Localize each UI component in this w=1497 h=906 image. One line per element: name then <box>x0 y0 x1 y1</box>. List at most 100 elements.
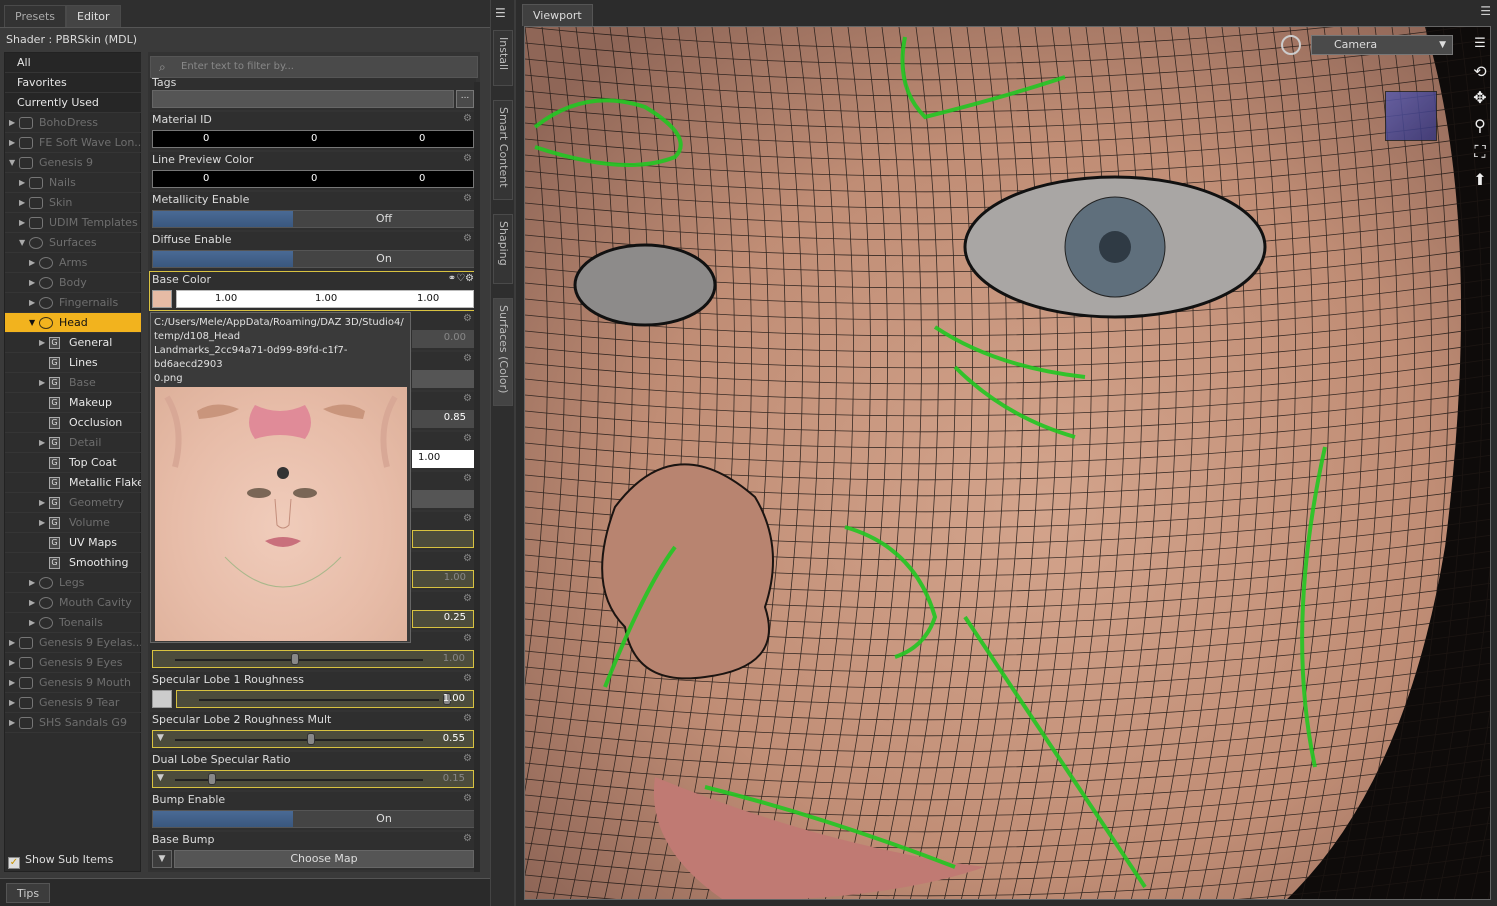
camera-dropdown[interactable]: Camera ▼ <box>1311 35 1453 55</box>
filter-input[interactable]: ⌕ Enter text to filter by... <box>150 56 478 78</box>
menu-icon[interactable]: ☰ <box>1480 4 1491 18</box>
dropdown-arrow-icon[interactable]: ▼ <box>157 733 164 743</box>
gear-icon[interactable]: ⚙ <box>463 353 472 364</box>
expand-arrow-icon[interactable]: ▼ <box>9 153 17 172</box>
tree-item[interactable]: G Makeup <box>5 393 141 413</box>
expand-arrow-icon[interactable]: ▶ <box>9 133 17 152</box>
tags-field[interactable] <box>152 90 454 108</box>
gear-icon[interactable]: ⚙ <box>463 113 472 124</box>
3d-scene[interactable]: Camera ▼ ☰ ⟲ ✥ ⚲ ⛶ ⬆ <box>524 26 1491 900</box>
render-view-icon[interactable] <box>1281 35 1301 55</box>
tab-presets[interactable]: Presets <box>4 5 67 27</box>
side-tab-surfaces[interactable]: Surfaces (Color) <box>493 298 513 406</box>
side-tab-smart-content[interactable]: Smart Content <box>493 100 513 200</box>
spec1-slider[interactable]: 1.00 <box>176 690 474 708</box>
gear-icon[interactable]: ⚙ <box>463 313 472 324</box>
gear-icon[interactable]: ⚙ <box>463 393 472 404</box>
tree-filter-currently-used[interactable]: Currently Used <box>5 93 141 113</box>
gear-icon[interactable]: ⚙ <box>463 553 472 564</box>
tree-item[interactable]: ▶ G Volume <box>5 513 141 533</box>
tips-tab[interactable]: Tips <box>6 883 51 903</box>
gear-icon[interactable]: ⚙ <box>463 473 472 484</box>
tab-editor[interactable]: Editor <box>66 5 121 27</box>
tags-browse-button[interactable]: ... <box>456 90 474 108</box>
tree-item[interactable]: ▶ Fingernails <box>5 293 141 313</box>
scrollbar[interactable] <box>474 82 480 872</box>
expand-arrow-icon[interactable]: ▶ <box>9 113 17 132</box>
gear-icon[interactable]: ⚙ <box>463 833 472 844</box>
tree-item[interactable]: ▶ Mouth Cavity <box>5 593 141 613</box>
gear-icon[interactable]: ⚙ <box>463 433 472 444</box>
tree-item[interactable]: ▶ UDIM Templates <box>5 213 141 233</box>
zoom-icon[interactable]: ⚲ <box>1469 115 1490 137</box>
tree-item[interactable]: ▶ Genesis 9 Mouth <box>5 673 141 693</box>
tree-item[interactable]: ▶ Toenails <box>5 613 141 633</box>
texture-thumbnail-icon[interactable] <box>152 290 172 308</box>
tree-item[interactable]: ▼ Genesis 9 <box>5 153 141 173</box>
material-id-field[interactable]: 0 0 0 <box>152 130 474 148</box>
tree-filter-favorites[interactable]: Favorites <box>5 73 141 93</box>
tree-item[interactable]: G Lines <box>5 353 141 373</box>
tree-filter-all[interactable]: All <box>5 53 141 73</box>
frame-icon[interactable]: ⛶ <box>1469 141 1490 163</box>
tree-item[interactable]: ▶ Skin <box>5 193 141 213</box>
line-preview-field[interactable]: 0 0 0 <box>152 170 474 188</box>
diffuse-toggle[interactable]: On <box>152 250 475 268</box>
tree-item[interactable]: ▶ BohoDress <box>5 113 141 133</box>
side-tab-shaping[interactable]: Shaping <box>493 214 513 284</box>
expand-arrow-icon[interactable]: ▶ <box>29 253 37 272</box>
expand-arrow-icon[interactable]: ▶ <box>29 573 37 592</box>
tree-item[interactable]: ▶ Nails <box>5 173 141 193</box>
tree-item[interactable]: ▶ Arms <box>5 253 141 273</box>
tree-item[interactable]: G UV Maps <box>5 533 141 553</box>
dual-slider[interactable]: ▼ 0.15 <box>152 770 474 788</box>
expand-arrow-icon[interactable]: ▶ <box>9 653 17 672</box>
choose-map-button[interactable]: Choose Map <box>174 850 474 868</box>
menu-icon[interactable]: ☰ <box>495 6 506 20</box>
expand-arrow-icon[interactable]: ▶ <box>29 593 37 612</box>
tree-item[interactable]: ▶ SHS Sandals G9 <box>5 713 141 733</box>
gear-icon[interactable]: ⚙ <box>463 233 472 244</box>
side-tab-install[interactable]: Install <box>493 30 513 86</box>
gear-icon[interactable]: ⚙ <box>463 633 472 644</box>
tree-item[interactable]: ▶ G Geometry <box>5 493 141 513</box>
tree-item[interactable]: ▶ FE Soft Wave Lon... <box>5 133 141 153</box>
hidden-slider[interactable]: 1.00 <box>152 650 474 668</box>
view-cube[interactable] <box>1385 91 1437 141</box>
bump-toggle[interactable]: On <box>152 810 475 828</box>
expand-arrow-icon[interactable]: ▶ <box>29 273 37 292</box>
gear-icon[interactable]: ⚙ <box>463 673 472 684</box>
expand-arrow-icon[interactable]: ▶ <box>9 713 17 732</box>
expand-arrow-icon[interactable]: ▼ <box>19 233 27 252</box>
expand-arrow-icon[interactable]: ▶ <box>9 633 17 652</box>
gear-icon[interactable]: ⚙ <box>463 513 472 524</box>
gear-icon[interactable]: ⚙ <box>463 713 472 724</box>
expand-arrow-icon[interactable]: ▶ <box>39 333 47 352</box>
tree-item[interactable]: ▶ G Base <box>5 373 141 393</box>
expand-arrow-icon[interactable]: ▶ <box>39 493 47 512</box>
menu-icon[interactable]: ☰ <box>1469 33 1490 55</box>
dropdown-arrow-icon[interactable]: ▼ <box>157 773 164 783</box>
show-sub-items-checkbox[interactable]: ✓ Show Sub Items <box>8 853 113 869</box>
link-heart-gear-icons[interactable]: ⚭♡⚙ <box>448 273 474 284</box>
orbit-icon[interactable]: ⟲ <box>1469 61 1490 83</box>
tree-item[interactable]: ▶ Genesis 9 Tear <box>5 693 141 713</box>
gear-icon[interactable]: ⚙ <box>463 753 472 764</box>
expand-arrow-icon[interactable]: ▶ <box>39 513 47 532</box>
expand-arrow-icon[interactable]: ▶ <box>19 193 27 212</box>
spec2-slider[interactable]: ▼ 0.55 <box>152 730 474 748</box>
tree-item[interactable]: ▶ Legs <box>5 573 141 593</box>
base-color-field[interactable]: 1.00 1.00 1.00 <box>176 290 474 308</box>
viewport-tab[interactable]: Viewport <box>522 4 593 26</box>
expand-arrow-icon[interactable]: ▶ <box>29 293 37 312</box>
tree-item[interactable]: ▼ Surfaces <box>5 233 141 253</box>
tree-item[interactable]: G Metallic Flakes <box>5 473 141 493</box>
gear-icon[interactable]: ⚙ <box>463 153 472 164</box>
expand-arrow-icon[interactable]: ▶ <box>9 693 17 712</box>
tree-item[interactable]: ▶ Genesis 9 Eyelas... <box>5 633 141 653</box>
pan-icon[interactable]: ✥ <box>1469 87 1490 109</box>
expand-arrow-icon[interactable]: ▼ <box>29 313 37 332</box>
tree-item[interactable]: G Top Coat <box>5 453 141 473</box>
dropdown-arrow-icon[interactable]: ▼ <box>152 850 172 868</box>
expand-arrow-icon[interactable]: ▶ <box>39 373 47 392</box>
